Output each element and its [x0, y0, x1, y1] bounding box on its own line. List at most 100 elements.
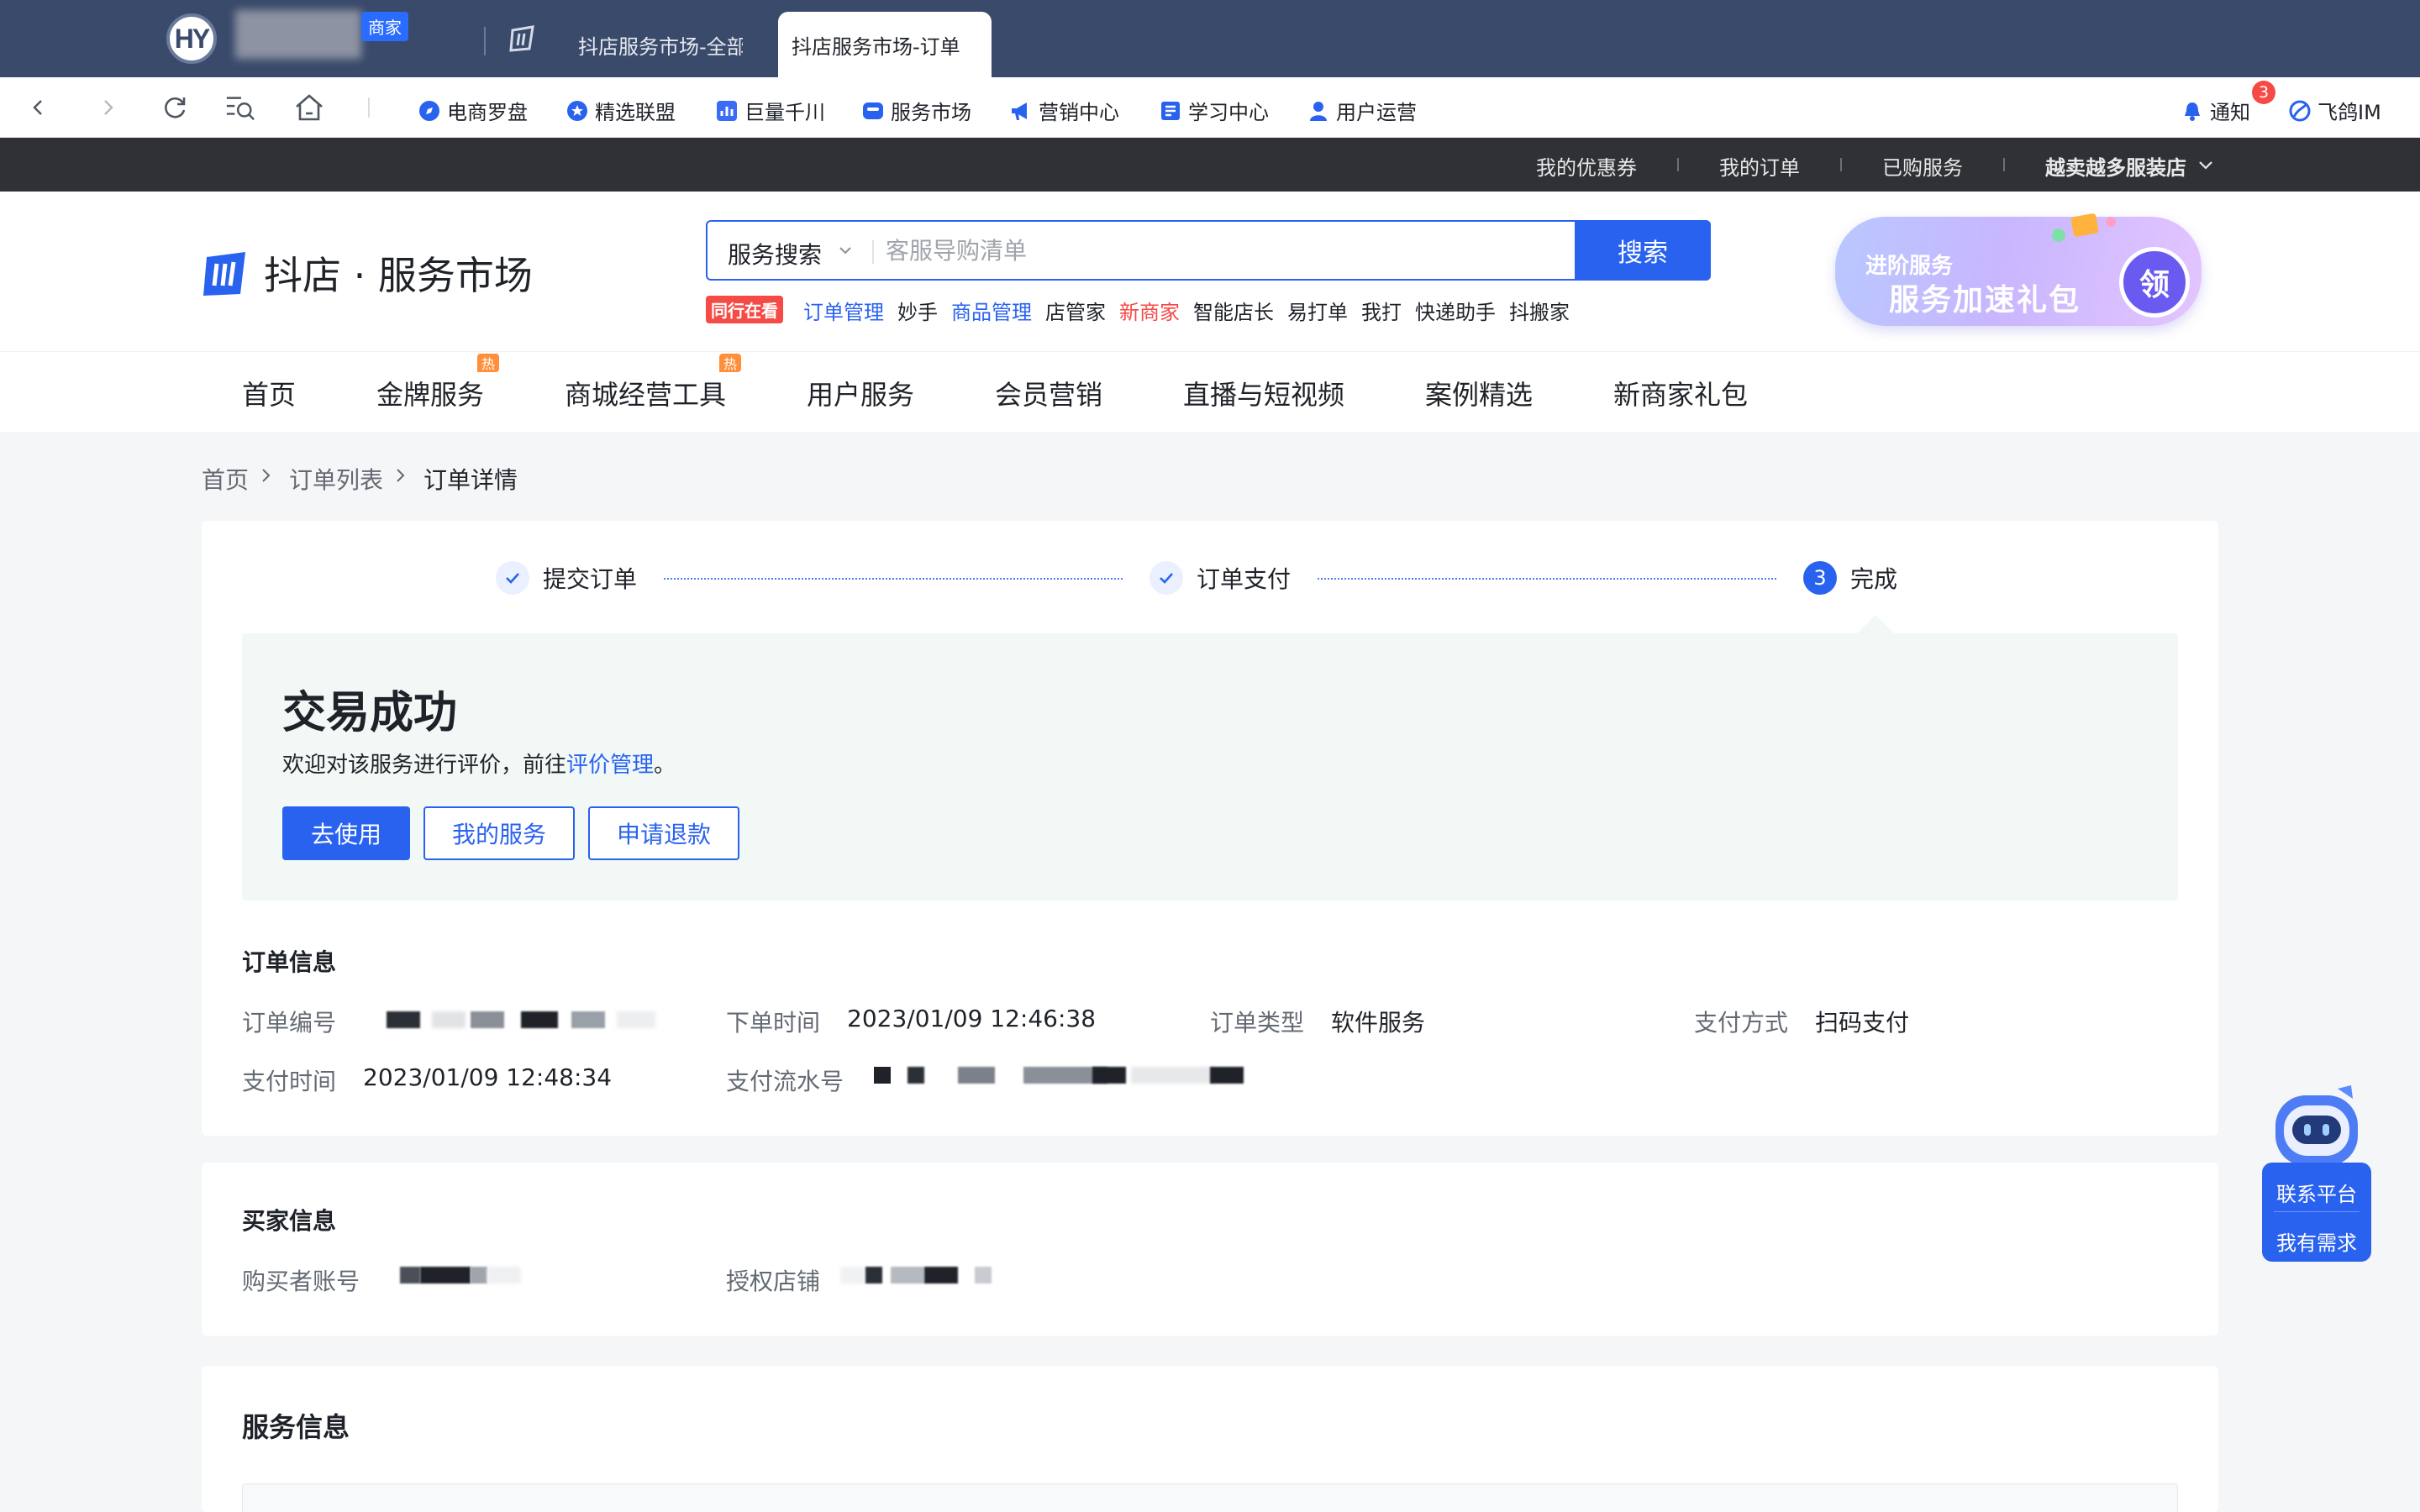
breadcrumb-home[interactable]: 首页: [202, 462, 249, 496]
nav-home[interactable]: 首页: [242, 374, 296, 412]
hot-word-miaoshou[interactable]: 妙手: [897, 296, 938, 325]
order-no-label: 订单编号: [242, 1009, 337, 1037]
claim-button[interactable]: 领: [2119, 247, 2190, 318]
store-switcher[interactable]: 越卖越多服装店: [2045, 151, 2186, 181]
contact-platform-link[interactable]: 联系平台: [2262, 1178, 2371, 1207]
chevron-right-icon: [397, 469, 405, 482]
status-pointer: [1857, 615, 1894, 633]
toolbar-divider: [368, 97, 370, 118]
bookmark-label: 电商罗盘: [447, 101, 528, 124]
notification-button[interactable]: 通知: [2181, 96, 2250, 125]
hot-word-doubanjia[interactable]: 抖搬家: [1509, 296, 1570, 325]
pay-time-value: 2023/01/09 12:48:34: [363, 1063, 613, 1091]
bookmark-alliance[interactable]: 精选联盟: [566, 96, 676, 125]
hot-word-express-helper[interactable]: 快递助手: [1415, 296, 1496, 325]
nav-user-service[interactable]: 用户服务: [807, 374, 914, 412]
order-time-label: 下单时间: [726, 1009, 821, 1037]
result-subtitle: 欢迎对该服务进行评价，前往评价管理。: [282, 748, 676, 779]
site-header: 抖店 · 服务市场 服务搜索 搜索 同行在看 订单管理 妙手 商品管理 店管家 …: [0, 192, 2420, 351]
account-name-redacted: [235, 10, 361, 59]
service-table-header: [242, 1483, 2178, 1512]
my-need-link[interactable]: 我有需求: [2262, 1226, 2371, 1256]
check-icon: [1160, 573, 1173, 584]
reload-button[interactable]: [160, 92, 190, 123]
purchased-services-link[interactable]: 已购服务: [1882, 151, 1963, 181]
step-pay-label: 订单支付: [1197, 565, 1292, 593]
nav-live-video[interactable]: 直播与短视频: [1183, 374, 1344, 412]
tab-label: 抖店服务市场-全部: [578, 34, 743, 59]
site-logo-text[interactable]: 抖店 · 服务市场: [264, 245, 533, 301]
chevron-right-icon: [262, 469, 271, 482]
back-button[interactable]: [24, 92, 54, 123]
pay-method-label: 支付方式: [1694, 1009, 1789, 1037]
site-top-bar: 我的优惠券 我的订单 已购服务 越卖越多服装店: [0, 138, 2420, 192]
hot-word-order-manage[interactable]: 订单管理: [803, 296, 884, 325]
tab-service-market-order[interactable]: 抖店服务市场-订单: [778, 12, 992, 77]
bookmark-service-market[interactable]: 服务市场: [862, 96, 971, 125]
my-coupons-link[interactable]: 我的优惠券: [1536, 151, 1637, 181]
hot-word-goods-manage[interactable]: 商品管理: [951, 296, 1032, 325]
im-label: 飞鸽IM: [2317, 101, 2381, 124]
robot-assistant-icon[interactable]: [2270, 1084, 2363, 1168]
search-category[interactable]: 服务搜索: [728, 237, 822, 270]
doudian-logo-icon: [203, 252, 245, 296]
authorized-store-redacted: [840, 1267, 1008, 1287]
helper-panel: 联系平台 我有需求: [2262, 1163, 2371, 1262]
step-current-number: 3: [1803, 561, 1837, 595]
feige-im-button[interactable]: 飞鸽IM: [2289, 96, 2381, 125]
home-button[interactable]: [294, 92, 324, 123]
site-divider: [1840, 158, 1842, 171]
apply-refund-button[interactable]: 申请退款: [588, 806, 739, 860]
bookmark-label: 巨量千川: [744, 101, 825, 124]
main-nav: 首页 金牌服务 热 商城经营工具 热 用户服务 会员营销 直播与短视频 案例精选…: [0, 351, 2420, 432]
nav-member-marketing[interactable]: 会员营销: [995, 374, 1102, 412]
floating-helper: 联系平台 我有需求: [2262, 1084, 2371, 1262]
tab-service-market-all[interactable]: 抖店服务市场-全部: [578, 12, 743, 77]
user-icon: [1307, 100, 1329, 122]
authorized-store-label: 授权店铺: [726, 1268, 821, 1295]
step-done-icon: [496, 561, 529, 595]
search-button[interactable]: 搜索: [1575, 220, 1711, 281]
nav-cases[interactable]: 案例精选: [1425, 374, 1533, 412]
go-use-button[interactable]: 去使用: [282, 806, 410, 860]
hot-word-smart-manager[interactable]: 智能店长: [1193, 296, 1274, 325]
bookmark-learning[interactable]: 学习中心: [1160, 96, 1269, 125]
order-type-value: 软件服务: [1331, 1009, 1426, 1037]
hot-word-dianguanjia[interactable]: 店管家: [1045, 296, 1106, 325]
site-divider: [2003, 158, 2005, 171]
hot-word-yidadan[interactable]: 易打单: [1287, 296, 1348, 325]
bookmark-label: 服务市场: [891, 101, 971, 124]
search-tabs-button[interactable]: [225, 92, 255, 123]
step-complete-label: 完成: [1850, 565, 1898, 593]
my-orders-link[interactable]: 我的订单: [1719, 151, 1800, 181]
nav-new-merchant-gift[interactable]: 新商家礼包: [1613, 374, 1748, 412]
search-input[interactable]: [886, 234, 1407, 267]
nav-gold-service[interactable]: 金牌服务: [376, 374, 484, 412]
bookmark-compass[interactable]: 电商罗盘: [418, 96, 528, 125]
forward-button[interactable]: [92, 92, 123, 123]
step-submit-label: 提交订单: [543, 565, 638, 593]
promo-line2: 服务加速礼包: [1889, 283, 2081, 318]
feige-icon: [2289, 100, 2311, 122]
my-services-button[interactable]: 我的服务: [424, 806, 575, 860]
buyer-info-card: 买家信息 购买者账号 授权店铺: [202, 1163, 2218, 1336]
transaction-success-panel: 交易成功 欢迎对该服务进行评价，前往评价管理。 去使用 我的服务 申请退款: [242, 633, 2178, 900]
hot-word-new-merchant[interactable]: 新商家: [1119, 296, 1180, 325]
buyer-info-title: 买家信息: [242, 1207, 337, 1235]
account-initials: HY: [174, 23, 210, 54]
bookmark-user-ops[interactable]: 用户运营: [1307, 96, 1417, 125]
pay-serial-redacted: [871, 1067, 1257, 1087]
account-avatar[interactable]: HY: [166, 13, 217, 64]
bookmark-marketing[interactable]: 营销中心: [1010, 96, 1119, 125]
review-manage-link[interactable]: 评价管理: [566, 753, 654, 778]
hot-word-woda[interactable]: 我打: [1361, 296, 1402, 325]
breadcrumb-order-list[interactable]: 订单列表: [289, 462, 383, 496]
nav-mall-tools[interactable]: 商城经营工具: [565, 374, 726, 412]
result-subtitle-prefix: 欢迎对该服务进行评价，前往: [282, 753, 567, 778]
bookmark-label: 用户运营: [1336, 101, 1417, 124]
bookmark-label: 精选联盟: [595, 101, 676, 124]
service-gift-banner[interactable]: 进阶服务 服务加速礼包 领: [1835, 213, 2202, 326]
bookmark-qianchuan[interactable]: 巨量千川: [716, 96, 825, 125]
chevron-down-icon[interactable]: [835, 240, 855, 260]
compass-icon: [418, 100, 440, 122]
